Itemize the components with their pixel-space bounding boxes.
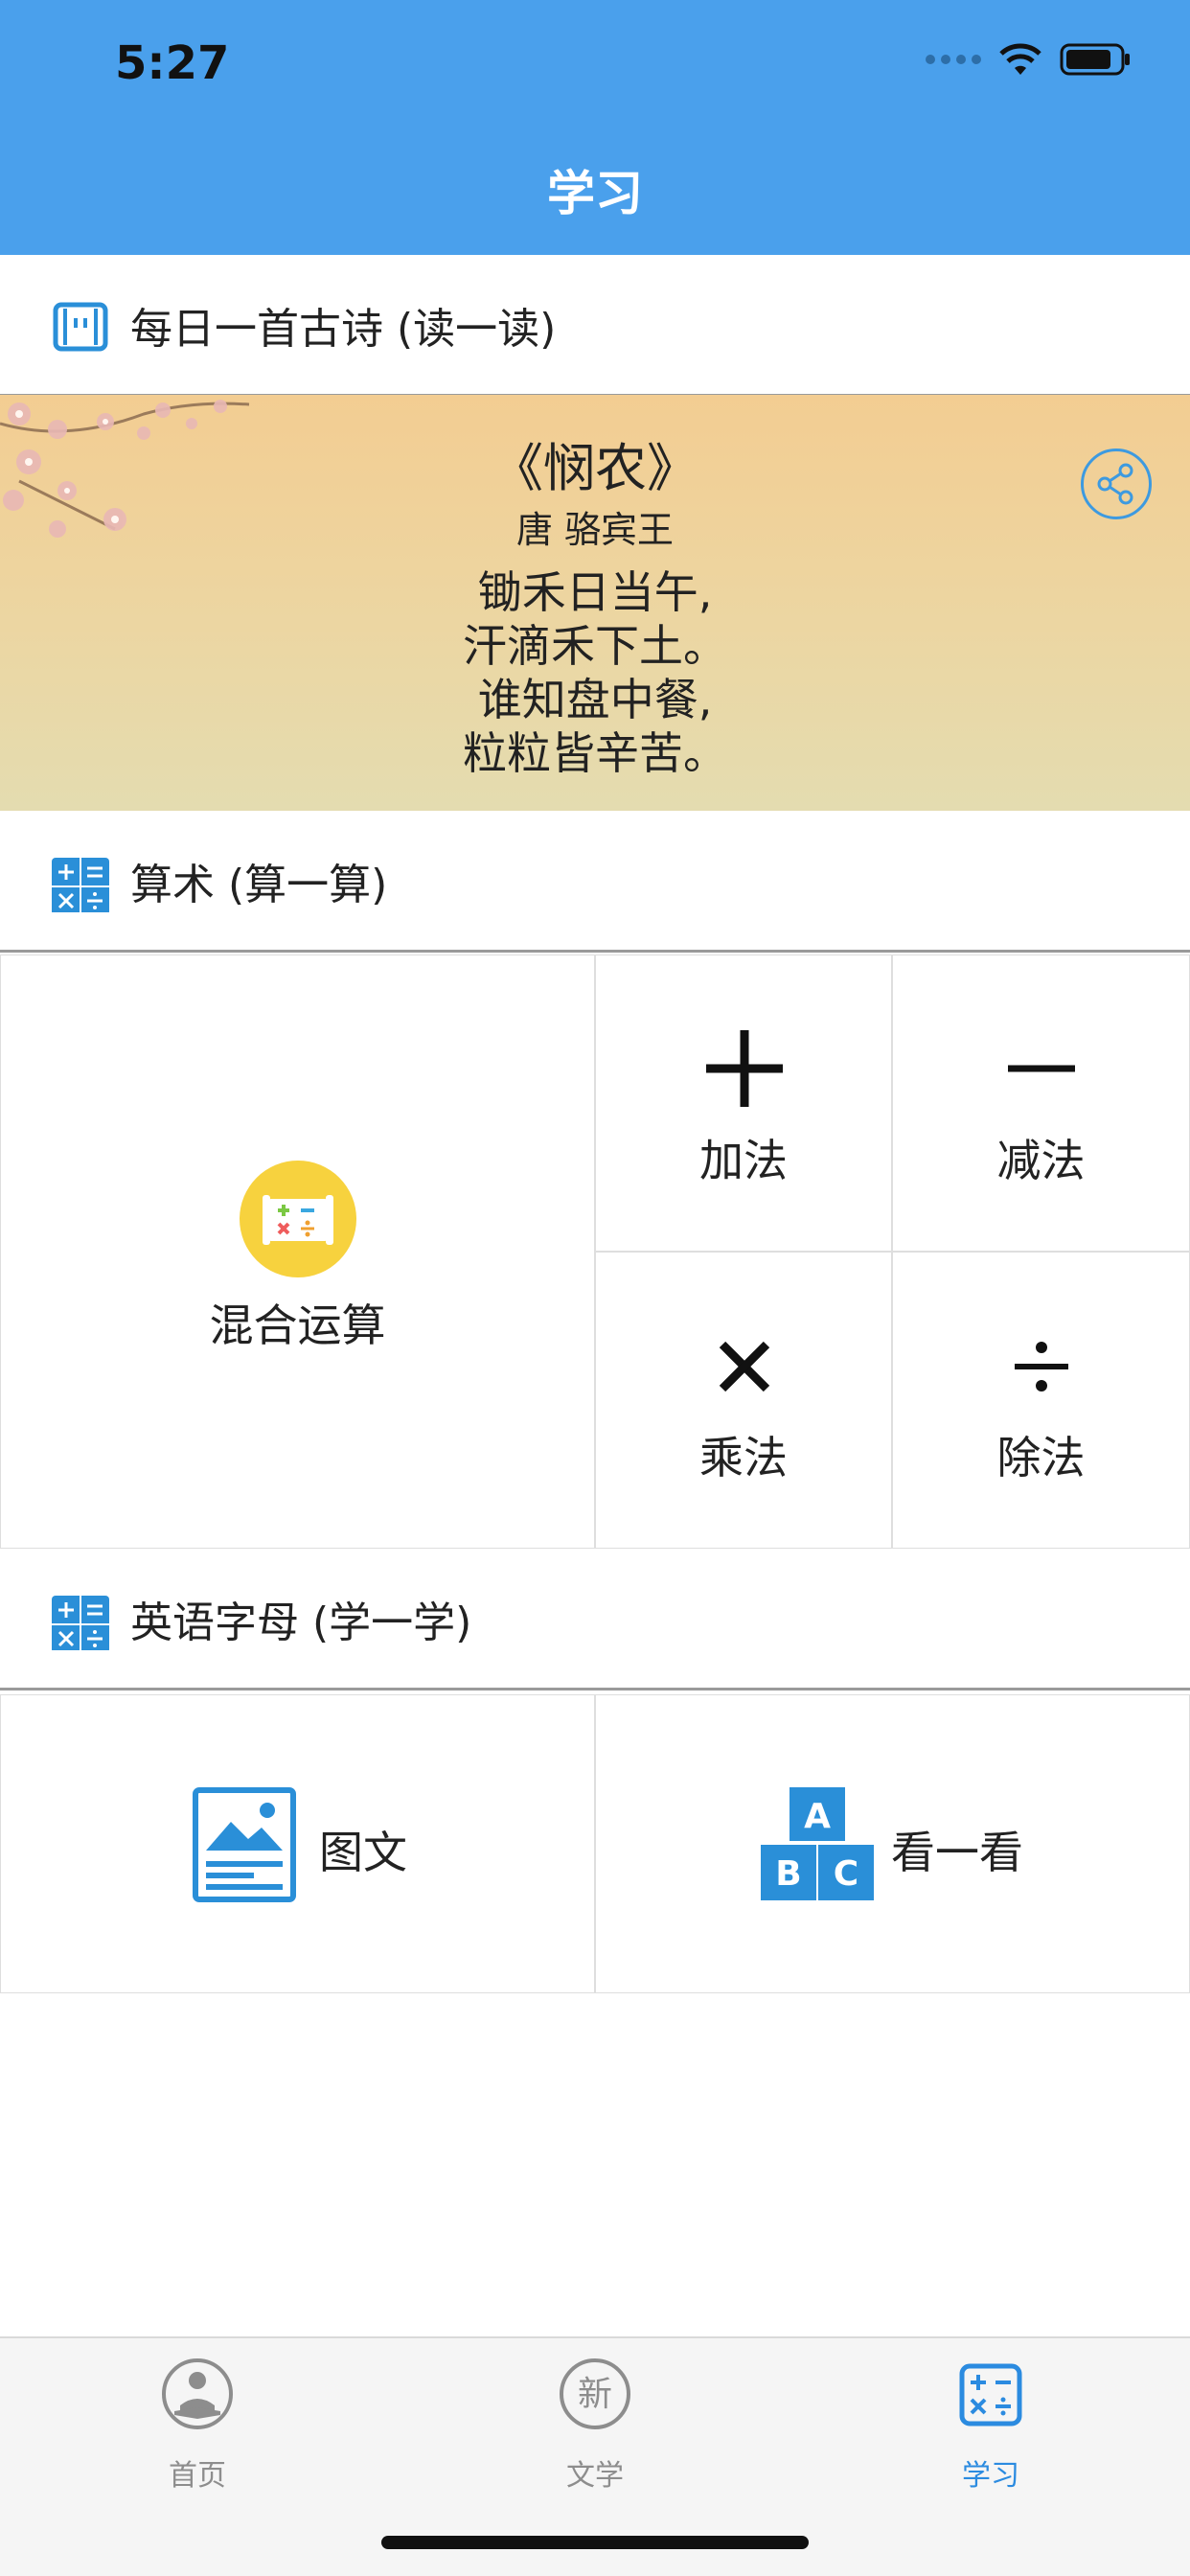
poem-section-header: 每日一首古诗 (读一读) [0, 255, 1190, 397]
subtraction-label: 减法 [996, 1135, 1086, 1186]
image-document-icon [193, 1787, 296, 1902]
svg-text:B: B [775, 1854, 801, 1894]
addition-button[interactable]: 加法 [595, 954, 892, 1252]
navigation-bar: 5:27 学习 [0, 0, 1190, 255]
pictures-button[interactable]: 图文 [0, 1694, 595, 1993]
addition-label: 加法 [699, 1135, 788, 1186]
tab-literature[interactable]: 新 文学 [470, 2358, 720, 2493]
svg-text:A: A [804, 1797, 831, 1836]
pictures-label: 图文 [319, 1827, 407, 1878]
reader-icon [162, 2358, 233, 2429]
new-badge-char: 新 [578, 2375, 612, 2414]
division-label: 除法 [996, 1432, 1086, 1484]
poem-line: 谁知盘中餐, [477, 674, 713, 725]
calculator-icon [959, 2363, 1022, 2426]
plus-icon [706, 1030, 783, 1107]
tab-study-label: 学习 [962, 2459, 1019, 2493]
tab-home-label: 首页 [169, 2459, 226, 2493]
english-section-title: 英语字母 (学一学) [130, 1598, 472, 1647]
calculator-icon [52, 1596, 109, 1650]
tab-study[interactable]: 学习 [866, 2358, 1115, 2493]
look-label: 看一看 [891, 1827, 1023, 1878]
daily-poem-card[interactable]: 《悯农》 唐 骆宾王 锄禾日当午, 汗滴禾下土。 谁知盘中餐, 粒粒皆辛苦。 [0, 395, 1190, 811]
signal-icon [926, 55, 981, 64]
share-icon [1097, 463, 1133, 505]
poem-line: 汗滴禾下土。 [463, 620, 727, 672]
poem-line: 锄禾日当午, [477, 566, 713, 618]
english-grid: 图文 A B C 看一看 [0, 1694, 1190, 1993]
new-badge-icon: 新 [560, 2358, 630, 2429]
arithmetic-grid: 混合运算 加法 减法 乘法 除法 [0, 954, 1190, 1549]
look-button[interactable]: A B C 看一看 [595, 1694, 1190, 1993]
status-time: 5:27 [115, 36, 230, 90]
subtraction-button[interactable]: 减法 [892, 954, 1190, 1252]
multiply-icon [719, 1341, 770, 1392]
calculator-icon [52, 858, 109, 912]
poem-line: 粒粒皆辛苦。 [463, 727, 727, 779]
arith-section-header: 算术 (算一算) [0, 811, 1190, 953]
home-indicator[interactable] [381, 2536, 809, 2549]
english-section-header: 英语字母 (学一学) [0, 1549, 1190, 1690]
battery-icon [1060, 43, 1130, 76]
mixed-operations-icon [240, 1161, 356, 1277]
tab-home[interactable]: 首页 [73, 2358, 322, 2493]
poem-section-title: 每日一首古诗 (读一读) [130, 304, 557, 354]
poem-body: 锄禾日当午, 汗滴禾下土。 谁知盘中餐, 粒粒皆辛苦。 [0, 565, 1190, 780]
status-icons [926, 42, 1133, 77]
poem-title: 《悯农》 [492, 438, 698, 498]
abc-blocks-icon: A B C [761, 1787, 874, 1900]
division-button[interactable]: 除法 [892, 1252, 1190, 1549]
poem-author: 唐 骆宾王 [515, 509, 675, 551]
wifi-icon [999, 43, 1041, 75]
divide-icon [1015, 1342, 1068, 1392]
multiplication-label: 乘法 [699, 1432, 788, 1484]
scroll-icon [53, 302, 108, 352]
mixed-operations-button[interactable]: 混合运算 [0, 954, 595, 1549]
arith-section-title: 算术 (算一算) [130, 860, 388, 909]
svg-text:C: C [834, 1854, 858, 1894]
tab-literature-label: 文学 [566, 2459, 624, 2493]
page-title: 学习 [547, 166, 643, 221]
minus-icon [1008, 1065, 1075, 1072]
share-button[interactable] [1081, 448, 1152, 519]
multiplication-button[interactable]: 乘法 [595, 1252, 892, 1549]
mixed-operations-label: 混合运算 [209, 1300, 386, 1351]
